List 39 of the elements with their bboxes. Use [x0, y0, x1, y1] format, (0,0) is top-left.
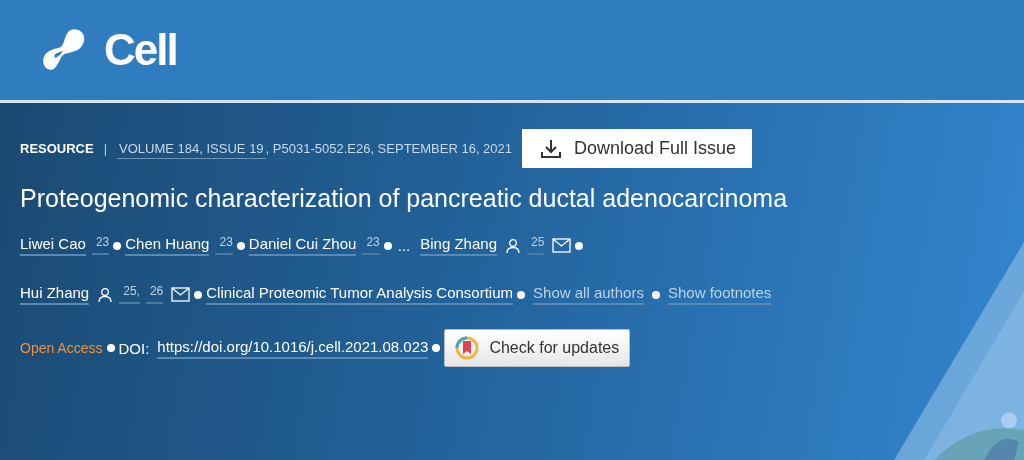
bullet-dot — [651, 290, 660, 299]
affiliation-link[interactable]: 25 — [527, 235, 545, 255]
open-access-label: Open Access — [20, 340, 103, 356]
affiliation-link[interactable]: 25, — [119, 284, 140, 304]
bullet-dot — [194, 290, 203, 299]
bullet-dot — [575, 241, 584, 250]
journal-name[interactable]: Cell — [104, 25, 177, 75]
author-link[interactable]: Clinical Proteomic Tumor Analysis Consortium — [206, 284, 514, 305]
author-link[interactable]: Chen Huang — [125, 235, 210, 256]
article-title: Proteogenomic characterization of pancreatic ductal adenocarcinoma — [20, 184, 789, 213]
download-icon — [540, 138, 563, 159]
bullet-dot — [113, 241, 122, 250]
email-icon[interactable] — [171, 287, 191, 302]
separator: | — [103, 141, 108, 156]
citation-details: , P5031-5052.E26, SEPTEMBER 16, 2021 — [265, 141, 513, 156]
affiliation-link[interactable]: 23 — [215, 235, 233, 255]
author-link[interactable]: Daniel Cui Zhou — [248, 235, 357, 256]
author-link[interactable]: Bing Zhang — [420, 235, 497, 256]
bullet-dot — [106, 344, 115, 352]
affiliation-link[interactable]: 23 — [91, 235, 110, 255]
check-updates-button[interactable]: Check for updates — [444, 329, 631, 367]
affiliation-link[interactable]: 26 — [145, 284, 164, 304]
article-type: RESOURCE — [20, 141, 94, 156]
bullet-dot — [383, 241, 392, 250]
bullet-dot — [517, 290, 526, 299]
issue-link[interactable]: VOLUME 184, ISSUE 19 — [117, 141, 266, 159]
bookmark-badge-icon — [455, 336, 480, 360]
more-authors-ellipsis: ... — [397, 237, 411, 254]
email-icon[interactable] — [552, 238, 572, 253]
doi-label: DOI: — [118, 339, 150, 357]
bullet-dot — [236, 241, 245, 250]
doi-link[interactable]: https://doi.org/10.1016/j.cell.2021.08.023 — [157, 337, 429, 359]
download-button[interactable]: Download Full Issue — [522, 129, 753, 168]
show-link[interactable]: Show footnotes — [667, 284, 772, 305]
affiliation-link[interactable]: 23 — [362, 235, 380, 255]
show-link[interactable]: Show all authors — [533, 284, 644, 305]
author-link[interactable]: Hui Zhang — [20, 284, 90, 305]
author-link[interactable]: Liwei Cao — [20, 235, 86, 256]
bullet-dot — [432, 344, 441, 352]
